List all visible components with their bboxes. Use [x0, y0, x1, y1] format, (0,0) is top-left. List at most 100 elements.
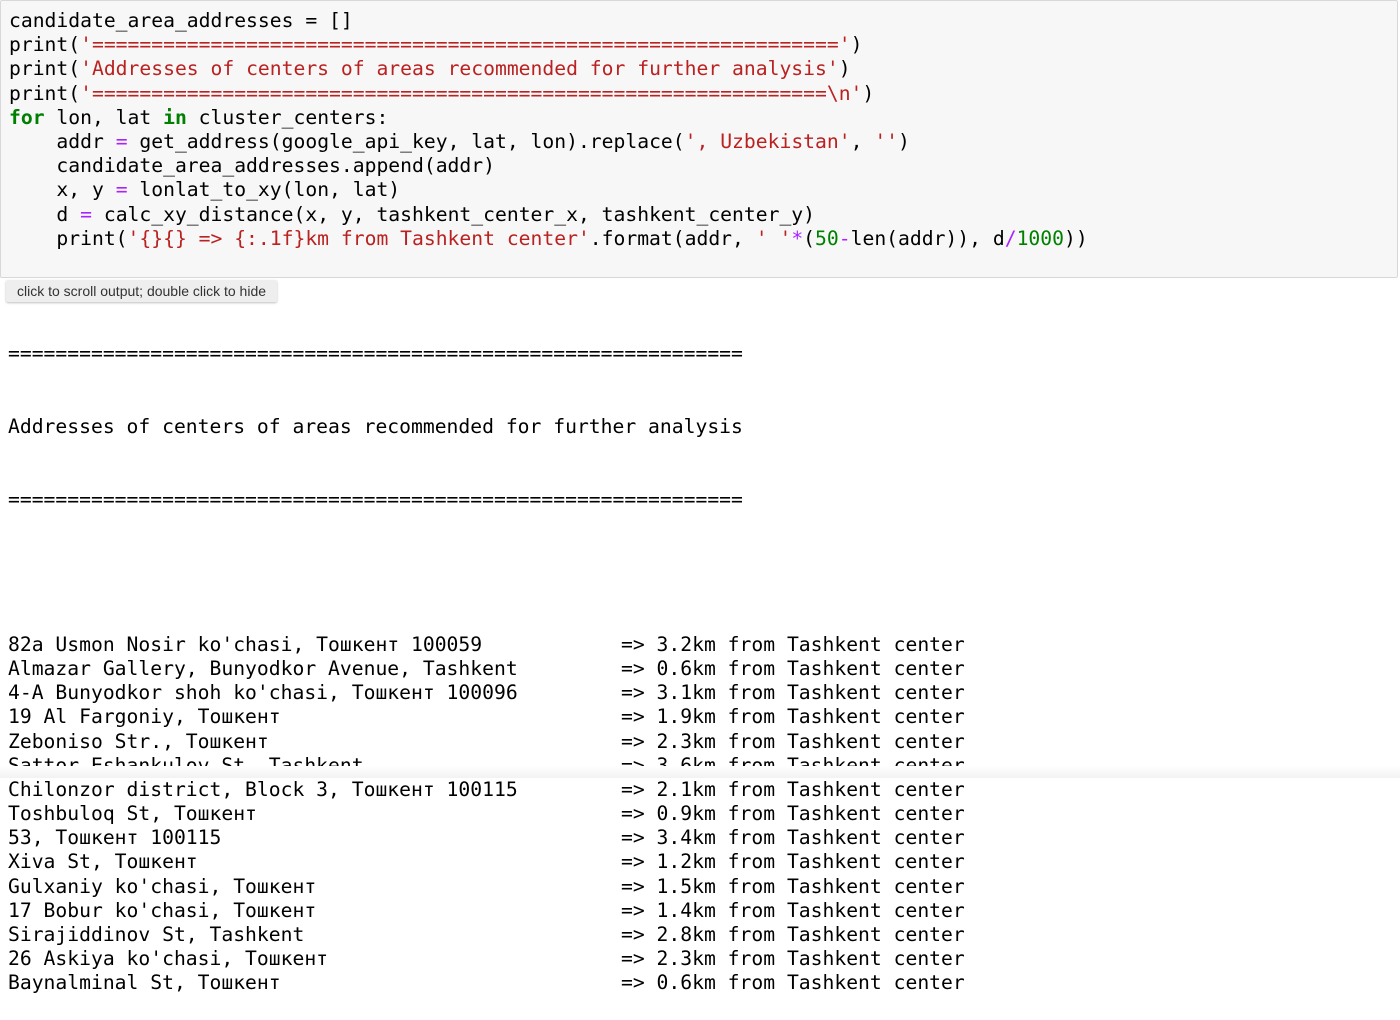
code-token: ( [803, 226, 816, 250]
code-token: x, y [9, 178, 116, 202]
code-token: '=======================================… [80, 81, 863, 105]
code-token: = [115, 129, 128, 153]
code-token: addr [9, 129, 116, 153]
result-address: Gulxaniy ko'chasi, Тошкент [8, 874, 317, 898]
code-line: print('=================================… [9, 82, 1088, 106]
result-row: Sirajiddinov St, Tashkent => 2.8km from T… [8, 923, 965, 947]
result-distance: => 0.9km from Tashkent center [621, 802, 965, 826]
result-row: 53, Тошкент 100115 => 3.4km from Tashkent… [8, 826, 965, 850]
code-token: print( [9, 226, 128, 250]
result-row: 17 Bobur ko'chasi, Тошкент => 1.4km from … [8, 898, 965, 923]
result-distance: => 1.2km from Tashkent center [621, 850, 965, 874]
code-token: ' ' [755, 226, 792, 250]
result-distance: => 3.1km from Tashkent center [621, 681, 965, 705]
code-token: = [80, 202, 92, 226]
result-row: 26 Askiya ko'chasi, Тошкент => 2.3km from… [8, 947, 965, 971]
code-token: ', Uzbekistan' [684, 129, 851, 153]
code-token: candidate_area_addresses = [] [9, 9, 353, 32]
code-line: print('=================================… [9, 33, 1088, 57]
result-distance: => 2.3km from Tashkent center [621, 947, 965, 971]
code-token: , [850, 129, 875, 153]
result-address: Toshbuloq St, Тошкент [8, 802, 257, 826]
result-distance: => 0.6km from Tashkent center [621, 971, 965, 995]
code-token: for [9, 105, 45, 129]
result-address: Chilonzor district, Block 3, Тошкент 100… [8, 777, 518, 801]
result-address: 19 Al Fargoniy, Тошкент [8, 705, 281, 729]
code-token: cluster_centers: [186, 105, 389, 129]
output-heading: Addresses of centers of areas recommende… [8, 415, 743, 438]
code-token: lonlat_to_xy(lon, lat) [127, 178, 401, 202]
code-token: - [838, 226, 851, 250]
code-editor[interactable]: candidate_area_addresses = [] print('====… [9, 9, 1088, 251]
code-token: d [9, 202, 81, 226]
result-address: 26 Askiya ko'chasi, Тошкент [8, 947, 329, 971]
result-row: 4-A Bunyodkor shoh ko'chasi, Тошкент 100… [8, 681, 965, 705]
code-token: '' [874, 129, 899, 153]
code-token: calc_xy_distance(x, y, tashkent_center_x… [91, 202, 816, 226]
result-distance: => 3.2km from Tashkent center [621, 632, 965, 656]
code-token: in [163, 105, 187, 129]
code-token: * [791, 226, 804, 250]
result-distance: => 3.4km from Tashkent center [621, 826, 965, 850]
code-token: ) [862, 81, 875, 105]
code-line: x, y = lonlat_to_xy(lon, lat) [9, 178, 1088, 202]
code-token: 50 [815, 226, 839, 250]
result-distance: => 1.9km from Tashkent center [621, 705, 965, 729]
code-line: print('Addresses of centers of areas rec… [9, 57, 1088, 81]
code-line: for lon, lat in cluster_centers: [9, 106, 1088, 130]
code-token: print( [9, 57, 81, 81]
code-token: 1000 [1016, 226, 1064, 250]
code-line: addr = get_address(google_api_key, lat, … [9, 130, 1088, 154]
output-separator-bottom: ========================================… [8, 487, 743, 511]
result-distance: => 1.4km from Tashkent center [621, 898, 965, 922]
results-list: 82a Usmon Nosir ko'chasi, Тошкент 100059… [8, 632, 965, 996]
code-token: ) [850, 33, 863, 57]
result-distance: => 2.1km from Tashkent center [621, 777, 965, 801]
code-token: get_address(google_api_key, lat, lon).re… [127, 129, 685, 153]
result-address: Zeboniso Str., Тошкент [8, 729, 269, 753]
result-distance: => 2.8km from Tashkent center [621, 923, 965, 947]
code-cell-input[interactable]: candidate_area_addresses = [] print('====… [0, 0, 1398, 278]
result-address: Baynalminal St, Тошкент [8, 971, 281, 995]
code-token: .format(addr, [589, 226, 756, 250]
code-line: candidate_area_addresses.append(addr) [9, 154, 1088, 178]
result-row: Almazar Gallery, Bunyodkor Avenue, Tashk… [8, 656, 965, 681]
result-row: Gulxaniy ko'chasi, Тошкент => 1.5km from … [8, 874, 965, 899]
code-token: '=======================================… [80, 33, 851, 57]
result-address: 4-A Bunyodkor shoh ko'chasi, Тошкент 100… [8, 681, 518, 705]
result-row: Chilonzor district, Block 3, Тошкент 100… [8, 777, 965, 802]
cell-output[interactable]: ========================================… [8, 294, 965, 1020]
code-token: candidate_area_addresses.append(addr) [9, 154, 495, 178]
result-address: Almazar Gallery, Bunyodkor Avenue, Tashk… [8, 656, 518, 680]
result-distance: => 1.5km from Tashkent center [621, 874, 965, 898]
result-address: 17 Bobur ko'chasi, Тошкент [8, 898, 317, 922]
result-row: 82a Usmon Nosir ko'chasi, Тошкент 100059… [8, 632, 965, 657]
code-token: '{}{} => {:.1f}km from Tashkent center' [127, 226, 590, 250]
result-row: 19 Al Fargoniy, Тошкент => 1.9km from Tas… [8, 705, 965, 729]
output-separator-top: ========================================… [8, 342, 743, 366]
code-token: = [115, 178, 128, 202]
code-token: 'Addresses of centers of areas recommend… [80, 57, 839, 81]
code-token: len(addr)), d [850, 226, 1005, 250]
output-blank-line [8, 560, 743, 584]
code-token: print( [9, 33, 81, 57]
code-line: candidate_area_addresses = [] [9, 9, 1088, 33]
code-token: / [1004, 226, 1017, 250]
code-token: )) [1063, 226, 1088, 250]
result-distance: => 2.3km from Tashkent center [621, 729, 965, 753]
result-address: 82a Usmon Nosir ko'chasi, Тошкент 100059 [8, 632, 483, 656]
result-address: 53, Тошкент 100115 [8, 826, 222, 850]
result-address: Sirajiddinov St, Tashkent [8, 923, 305, 947]
code-token: ) [898, 129, 910, 153]
code-line: print('{}{} => {:.1f}km from Tashkent ce… [9, 226, 1088, 251]
result-row: Toshbuloq St, Тошкент => 0.9km from Tashk… [8, 802, 965, 826]
result-distance: => 0.6km from Tashkent center [621, 656, 965, 680]
notebook-bottom-edge [0, 766, 1400, 778]
code-token: print( [9, 81, 81, 105]
code-token: lon, lat [44, 105, 164, 129]
result-row: Zeboniso Str., Тошкент => 2.3km from Tash… [8, 729, 965, 754]
result-row: Baynalminal St, Тошкент => 0.6km from Tas… [8, 971, 965, 995]
code-line: d = calc_xy_distance(x, y, tashkent_cent… [9, 203, 1088, 227]
result-address: Xiva St, Тошкент [8, 850, 198, 874]
result-row: Xiva St, Тошкент => 1.2km from Tashkent c… [8, 850, 965, 874]
